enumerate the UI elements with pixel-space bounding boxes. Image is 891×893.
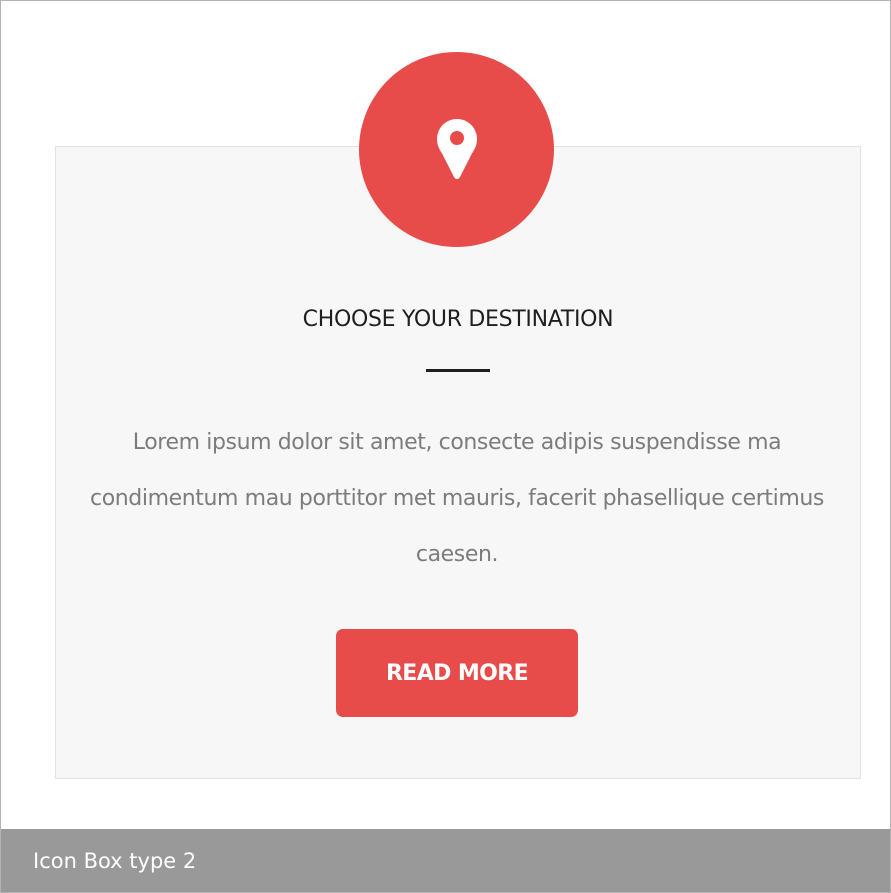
icon-box-title: CHOOSE YOUR DESTINATION (302, 307, 614, 332)
icon-circle (359, 52, 554, 247)
title-divider (426, 369, 490, 372)
map-pin-icon (436, 118, 477, 179)
caption-label: Icon Box type 2 (33, 849, 197, 873)
icon-box-description: Lorem ipsum dolor sit amet, consecte adi… (90, 430, 824, 567)
preview-frame: CHOOSE YOUR DESTINATION Lorem ipsum dolo… (0, 0, 891, 893)
read-more-button[interactable]: READ MORE (336, 629, 578, 717)
caption-bar: Icon Box type 2 (1, 829, 890, 892)
